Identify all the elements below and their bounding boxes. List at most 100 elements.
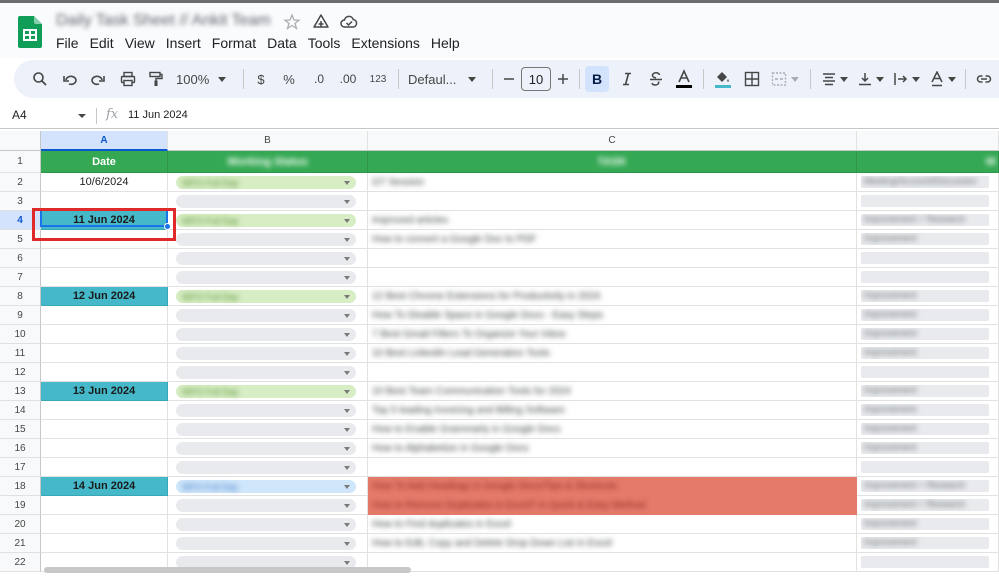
row-number[interactable]: 18 [0, 477, 41, 496]
date-cell[interactable] [41, 496, 168, 515]
increase-decimal-button[interactable]: .00 [336, 67, 360, 91]
header-status-cell[interactable]: Working Status [168, 151, 368, 173]
row-number[interactable]: 9 [0, 306, 41, 325]
chevron-down-icon[interactable] [344, 504, 350, 508]
type-cell[interactable]: Improvement + Research [857, 477, 999, 496]
task-cell[interactable]: How to Find duplicates in Excel [368, 515, 857, 534]
column-header-d[interactable] [857, 131, 999, 151]
row-number[interactable]: 1 [0, 151, 41, 173]
menu-help[interactable]: Help [431, 35, 460, 51]
type-dropdown-chip[interactable]: Improvement [861, 328, 989, 340]
row-number[interactable]: 16 [0, 439, 41, 458]
type-cell[interactable]: Improvement [857, 287, 999, 306]
type-cell[interactable]: Improvement [857, 306, 999, 325]
chevron-down-icon[interactable] [344, 238, 350, 242]
row-number[interactable]: 11 [0, 344, 41, 363]
chevron-down-icon[interactable] [344, 181, 350, 185]
type-dropdown-chip[interactable]: Improvement + Research [861, 499, 989, 511]
status-cell[interactable] [168, 401, 368, 420]
column-header-b[interactable]: B [168, 131, 368, 151]
chevron-down-icon[interactable] [344, 485, 350, 489]
type-cell[interactable]: Improvement [857, 382, 999, 401]
type-cell[interactable]: Improvement [857, 401, 999, 420]
type-dropdown-chip[interactable] [861, 271, 989, 283]
chevron-down-icon[interactable] [344, 219, 350, 223]
cloud-status-icon[interactable] [339, 12, 359, 32]
type-cell[interactable]: Meeting/Account/Discussion [857, 173, 999, 192]
task-cell[interactable]: GT Session [368, 173, 857, 192]
menu-view[interactable]: View [125, 35, 155, 51]
decrease-decimal-button[interactable]: .0 [308, 67, 330, 91]
type-cell[interactable]: Improvement [857, 439, 999, 458]
status-cell[interactable] [168, 268, 368, 287]
task-cell[interactable]: How to Enable Grammarly in Google Docs [368, 420, 857, 439]
task-cell[interactable] [368, 553, 857, 572]
row-number[interactable]: 19 [0, 496, 41, 515]
row-number[interactable]: 6 [0, 249, 41, 268]
status-dropdown-chip[interactable]: WFO Full Day [176, 290, 356, 303]
task-cell[interactable]: How to Edit, Copy and Delete Drop Down L… [368, 534, 857, 553]
type-dropdown-chip[interactable]: Improvement [861, 309, 989, 321]
status-cell[interactable] [168, 458, 368, 477]
insert-link-button[interactable] [972, 67, 996, 91]
status-dropdown-chip[interactable] [176, 347, 356, 360]
text-wrapping-button[interactable] [892, 67, 922, 91]
date-cell[interactable] [41, 420, 168, 439]
date-cell[interactable]: 14 Jun 2024 [41, 477, 168, 496]
row-number[interactable]: 17 [0, 458, 41, 477]
percent-format-button[interactable]: % [280, 67, 298, 91]
horizontal-scrollbar[interactable] [44, 567, 411, 573]
status-cell[interactable] [168, 363, 368, 382]
date-cell[interactable] [41, 458, 168, 477]
chevron-down-icon[interactable] [344, 295, 350, 299]
task-cell[interactable]: 10 Best Team Communication Tools for 202… [368, 382, 857, 401]
row-number[interactable]: 22 [0, 553, 41, 572]
status-cell[interactable] [168, 192, 368, 211]
status-dropdown-chip[interactable] [176, 366, 356, 379]
row-number[interactable]: 15 [0, 420, 41, 439]
type-cell[interactable] [857, 268, 999, 287]
status-dropdown-chip[interactable] [176, 442, 356, 455]
chevron-down-icon[interactable] [344, 200, 350, 204]
chevron-down-icon[interactable] [344, 352, 350, 356]
status-dropdown-chip[interactable] [176, 195, 356, 208]
menu-edit[interactable]: Edit [90, 35, 114, 51]
status-cell[interactable]: WFO Full Day [168, 211, 368, 230]
font-size-input[interactable]: 10 [521, 67, 551, 91]
status-dropdown-chip[interactable] [176, 461, 356, 474]
type-cell[interactable]: Improvement [857, 344, 999, 363]
type-dropdown-chip[interactable] [861, 461, 989, 473]
type-cell[interactable] [857, 458, 999, 477]
paint-format-button[interactable] [144, 67, 168, 91]
status-cell[interactable] [168, 439, 368, 458]
more-formats-button[interactable]: 123 [366, 67, 390, 91]
task-cell[interactable]: 12 Best Chrome Extensions for Productivi… [368, 287, 857, 306]
date-cell[interactable] [41, 515, 168, 534]
header-date-cell[interactable]: Date [41, 151, 168, 173]
chevron-down-icon[interactable] [344, 409, 350, 413]
status-dropdown-chip[interactable] [176, 328, 356, 341]
header-type-cell[interactable]: W [857, 151, 999, 173]
task-cell[interactable]: How to Remove Duplicates in Excel? in Qu… [368, 496, 857, 515]
type-dropdown-chip[interactable]: Improvement [861, 290, 989, 302]
task-cell[interactable] [368, 249, 857, 268]
status-cell[interactable] [168, 344, 368, 363]
select-all-corner[interactable] [0, 131, 41, 151]
status-dropdown-chip[interactable] [176, 252, 356, 265]
date-cell[interactable] [41, 268, 168, 287]
chevron-down-icon[interactable] [344, 466, 350, 470]
header-task-cell[interactable]: TASK [368, 151, 857, 173]
row-number[interactable]: 13 [0, 382, 41, 401]
type-dropdown-chip[interactable]: Improvement [861, 385, 989, 397]
chevron-down-icon[interactable] [344, 276, 350, 280]
status-cell[interactable] [168, 249, 368, 268]
status-cell[interactable] [168, 515, 368, 534]
status-cell[interactable]: WFO Full Day [168, 173, 368, 192]
bold-button[interactable]: B [585, 66, 609, 92]
task-cell[interactable]: How To Disable Space in Google Docs - Ea… [368, 306, 857, 325]
type-cell[interactable] [857, 192, 999, 211]
sheets-logo-icon[interactable] [18, 16, 42, 48]
decrease-font-size-button[interactable] [501, 67, 517, 91]
type-cell[interactable] [857, 249, 999, 268]
type-cell[interactable]: Improvement [857, 420, 999, 439]
